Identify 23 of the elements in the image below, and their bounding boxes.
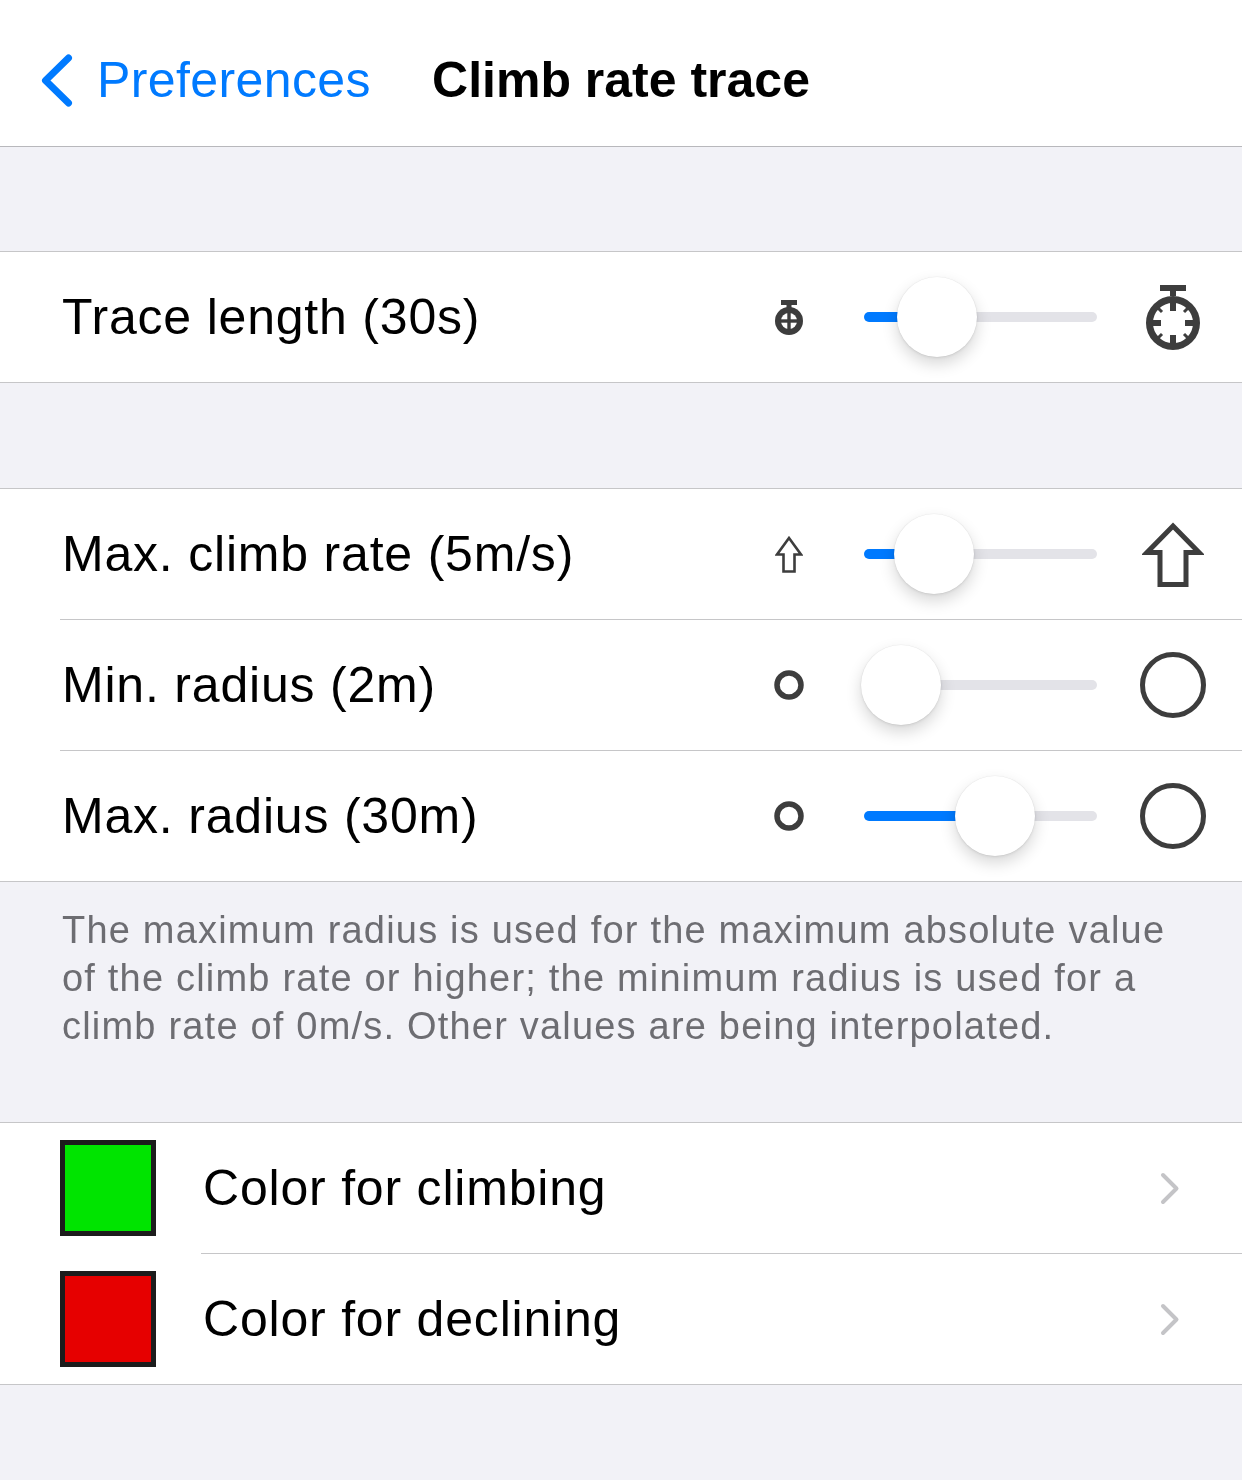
- nav-title: Climb rate trace: [432, 51, 810, 110]
- chevron-icon: [40, 53, 73, 107]
- chevron-icon: [1160, 1171, 1180, 1205]
- slider-thumb[interactable]: [954, 776, 1035, 856]
- slider-thumb[interactable]: [896, 277, 977, 357]
- setting-label: Min. radius (2m): [62, 656, 437, 715]
- ring-icon: [774, 670, 804, 700]
- footer-note: The maximum radius is used for the maximum absolute value of the climb rate or higher; the minimum radius is used for a climb rate of 0m/s. Other values are being interpolated.: [62, 908, 1167, 1049]
- ring-icon: [1140, 652, 1206, 718]
- stopwatch-icon: [1144, 284, 1202, 350]
- slider-thumb[interactable]: [893, 514, 974, 594]
- setting-label: Max. climb rate (5m/s): [62, 525, 576, 584]
- ring-icon: [1140, 783, 1206, 849]
- slider-thumb[interactable]: [861, 645, 941, 725]
- setting-label: Max. radius (30m): [62, 787, 480, 846]
- chevron-icon: [1160, 1302, 1180, 1336]
- ring-icon: [774, 801, 804, 831]
- arrow-up-icon: [1142, 521, 1204, 587]
- slider[interactable]: [861, 645, 1097, 725]
- setting-label: Trace length (30s): [62, 288, 482, 347]
- stopwatch-icon: [774, 299, 804, 335]
- back-button[interactable]: Preferences: [0, 50, 371, 110]
- arrow-up-icon: [775, 535, 803, 573]
